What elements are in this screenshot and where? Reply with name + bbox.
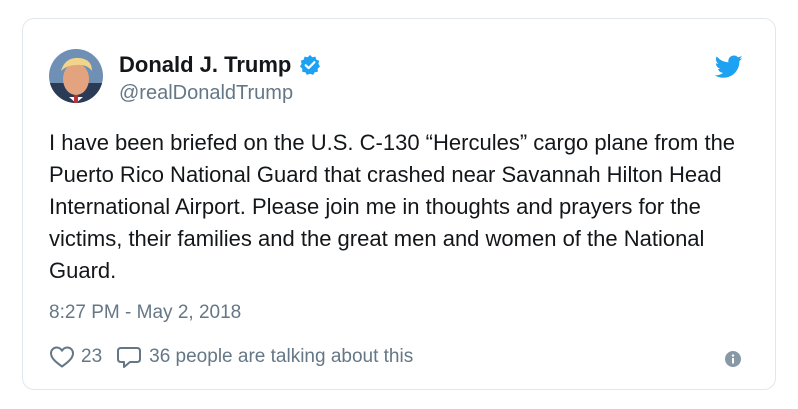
heart-icon [49,345,75,369]
tweet-card: Donald J. Trump @realDonaldTrump I have … [22,18,776,390]
tweet-actions: 23 36 people are talking about this [49,345,413,369]
info-icon[interactable] [725,351,741,367]
talking-count: 36 people are talking about this [149,346,414,367]
speech-bubble-icon [116,345,142,369]
author-row: Donald J. Trump [119,52,321,78]
avatar-image [49,49,103,103]
author-name[interactable]: Donald J. Trump [119,52,291,78]
verified-badge-icon [299,54,321,76]
author-handle[interactable]: @realDonaldTrump [119,82,293,105]
tweet-timestamp[interactable]: 8:27 PM - May 2, 2018 [49,302,241,324]
tweet-text: I have been briefed on the U.S. C-130 “H… [49,130,736,283]
conversation-link[interactable]: 36 people are talking about this [116,345,413,369]
twitter-bird-icon[interactable] [714,55,743,79]
like-count: 23 [81,346,103,367]
avatar[interactable] [49,49,103,103]
like-button[interactable]: 23 [49,345,102,369]
